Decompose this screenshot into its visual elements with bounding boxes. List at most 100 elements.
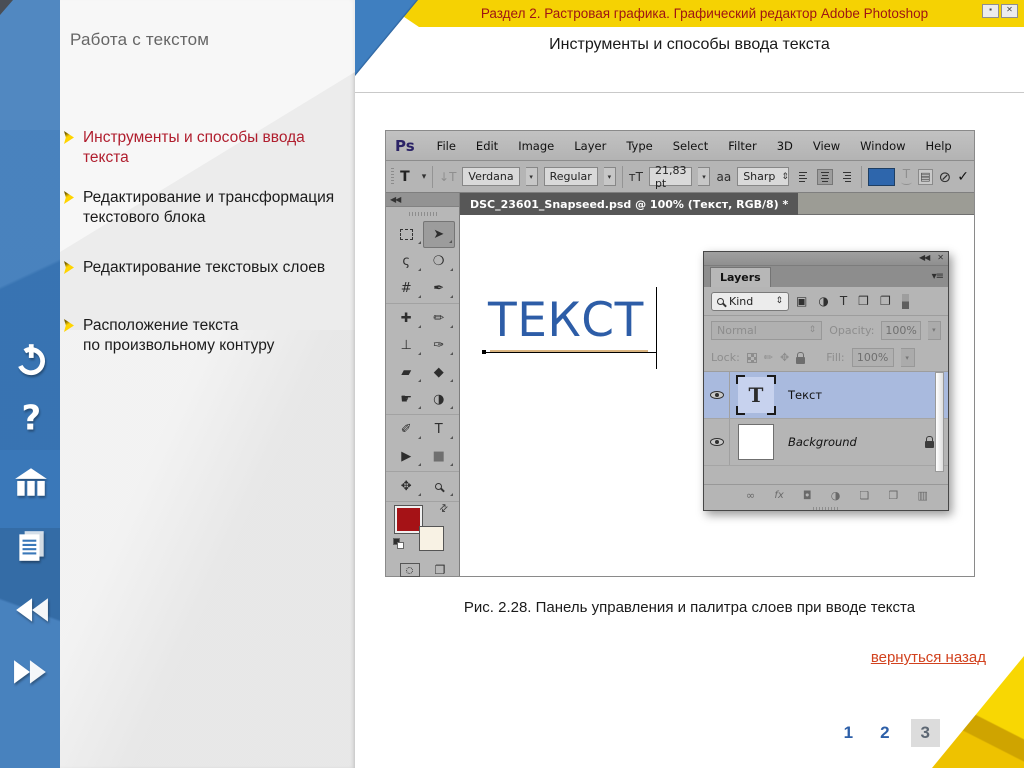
ps-options-bar: T ▾ ↓T Verdana ▾ Regular ▾ тT 21,83 pt ▾…	[386, 161, 974, 193]
forward-icon	[13, 654, 49, 692]
font-size-field: 21,83 pt	[649, 167, 693, 186]
power-button[interactable]	[13, 340, 49, 378]
tool-zoom	[423, 473, 456, 500]
delete-layer-icon: ▥	[918, 489, 928, 502]
tool-paint-bucket: ◆	[423, 359, 456, 386]
text-thumbnail-glyph: T	[749, 383, 764, 407]
contents-button[interactable]	[13, 527, 49, 565]
menu-item-text-on-path[interactable]: Расположение текста по произвольному кон…	[64, 316, 344, 356]
tool-smudge: ☛	[390, 386, 423, 413]
close-button[interactable]: ✕	[1001, 4, 1018, 18]
text-orientation-icon: ↓T	[439, 170, 456, 184]
background-color-swatch	[419, 526, 444, 551]
lock-row: Lock: ✏ ✥ Fill: 100% ▾	[704, 344, 948, 372]
menu-item-tools-input[interactable]: Инструменты и способы ввода текста	[64, 128, 344, 168]
tool-rectangular-marquee	[390, 221, 423, 248]
history-brush-icon: ✑	[433, 338, 444, 353]
ps-menu-item: Window	[850, 139, 915, 153]
minimize-button[interactable]: ▪	[982, 4, 999, 18]
options-separator	[622, 166, 623, 188]
lock-pixels-icon: ✏	[764, 351, 773, 364]
ps-menu-item: Image	[508, 139, 564, 153]
paint-bucket-icon: ◆	[434, 365, 444, 380]
hand-icon: ✥	[401, 479, 412, 494]
forward-button[interactable]	[13, 654, 49, 692]
layers-panel: ◀◀ ✕ Layers ▾≡ Kind ⇕ ▣ ◑ T ❒ ❐ Nor	[703, 251, 949, 511]
cancel-edits-icon: ⊘	[939, 168, 952, 186]
eye-icon	[710, 391, 724, 399]
layers-footer-bar: ∞ fx ◘ ◑ ❏ ❐ ▥	[704, 484, 948, 505]
panel-menu-icon: ▾≡	[932, 271, 943, 282]
tool-group: ✥	[386, 472, 459, 502]
section-title: Раздел 2. Растровая графика. Графический…	[481, 6, 928, 21]
shape-tool-icon: ■	[433, 449, 445, 464]
align-right-button	[839, 169, 855, 185]
tool-group: ➤ ς ❍ # ✒	[386, 220, 459, 304]
ps-toolbox: ◀◀ ➤ ς ❍ # ✒ ✚ ✏ ⊥ ✑ ▰ ◆ ☛ ◑ ✐ T ▶ ■ ✥	[386, 193, 460, 576]
ps-menubar: Ps File Edit Image Layer Type Select Fil…	[386, 131, 974, 161]
filter-shape-icon: ❒	[858, 294, 869, 308]
bullet-arrow-icon	[64, 131, 74, 144]
tool-lasso: ς	[390, 248, 423, 275]
layer-filter-select: Kind ⇕	[711, 292, 789, 311]
page-button-3[interactable]: 3	[911, 719, 940, 747]
filter-kind-label: Kind	[729, 295, 753, 308]
tool-path-selection: ▶	[390, 443, 423, 470]
power-icon	[13, 340, 49, 378]
document-icon	[13, 527, 49, 565]
options-separator	[861, 166, 862, 188]
zoom-icon	[435, 483, 442, 490]
bullet-arrow-icon	[64, 319, 74, 332]
spinner-icon: ⇕	[809, 325, 817, 335]
font-style-select: Regular	[544, 167, 598, 186]
page-button-2[interactable]: 2	[874, 719, 895, 747]
layers-filter-row: Kind ⇕ ▣ ◑ T ❒ ❐	[704, 287, 948, 316]
menu-item-edit-transform[interactable]: Редактирование и трансформация текстовог…	[64, 188, 344, 228]
path-selection-icon: ▶	[401, 449, 411, 464]
ps-menu-item: Filter	[718, 139, 766, 153]
text-cursor	[656, 287, 657, 369]
foreground-color-swatch	[395, 506, 422, 533]
lock-all-icon	[796, 357, 805, 364]
toolbox-extras: ❐	[386, 556, 459, 584]
smudge-icon: ☛	[400, 392, 412, 407]
rail-facet	[0, 0, 60, 130]
caret-down-icon: ▾	[422, 172, 427, 182]
text-layer-thumbnail: T	[738, 377, 774, 413]
ps-menu-item: Select	[663, 139, 718, 153]
help-button[interactable]: ?	[13, 398, 49, 436]
lesson-title: Работа с текстом	[70, 30, 209, 50]
menu-item-label: Редактирование текстовых слоев	[83, 258, 325, 278]
layers-tab: Layers	[710, 267, 771, 287]
ps-menu-item: Layer	[564, 139, 616, 153]
back-link[interactable]: вернуться назад	[871, 649, 986, 666]
ps-menu-item: Type	[616, 139, 662, 153]
back-icon	[13, 592, 49, 630]
layer-list: T Текст Background	[704, 372, 948, 484]
layers-tab-row: Layers ▾≡	[704, 266, 948, 287]
tool-hand: ✥	[390, 473, 423, 500]
menu-item-edit-text-layers[interactable]: Редактирование текстовых слоев	[64, 258, 344, 278]
text-baseline	[486, 352, 656, 353]
fill-caret-icon: ▾	[901, 348, 915, 367]
layers-scrollbar	[935, 372, 944, 472]
lasso-icon: ς	[402, 254, 410, 269]
tool-brush: ✏	[423, 305, 456, 332]
spinner-icon: ⇕	[775, 296, 783, 306]
back-button[interactable]	[13, 592, 49, 630]
move-icon: ➤	[433, 227, 444, 242]
canvas-typed-text: ТЕКСТ	[488, 293, 644, 348]
screen-mode-icon: ❐	[435, 563, 446, 577]
layer-row-background: Background	[704, 419, 948, 466]
color-wells: ⇄	[386, 502, 459, 556]
blend-mode-value: Normal	[717, 324, 757, 337]
tool-group: ✐ T ▶ ■	[386, 415, 459, 472]
home-button[interactable]	[13, 463, 49, 501]
tool-crop: #	[390, 275, 423, 302]
panel-collapse-icon: ◀◀	[919, 253, 929, 265]
page-button-1[interactable]: 1	[838, 719, 859, 747]
tool-clone-stamp: ⊥	[390, 332, 423, 359]
tool-spot-healing: ✚	[390, 305, 423, 332]
filter-smart-object-icon: ❐	[880, 294, 891, 308]
spinner-icon: ⇕	[781, 172, 789, 182]
